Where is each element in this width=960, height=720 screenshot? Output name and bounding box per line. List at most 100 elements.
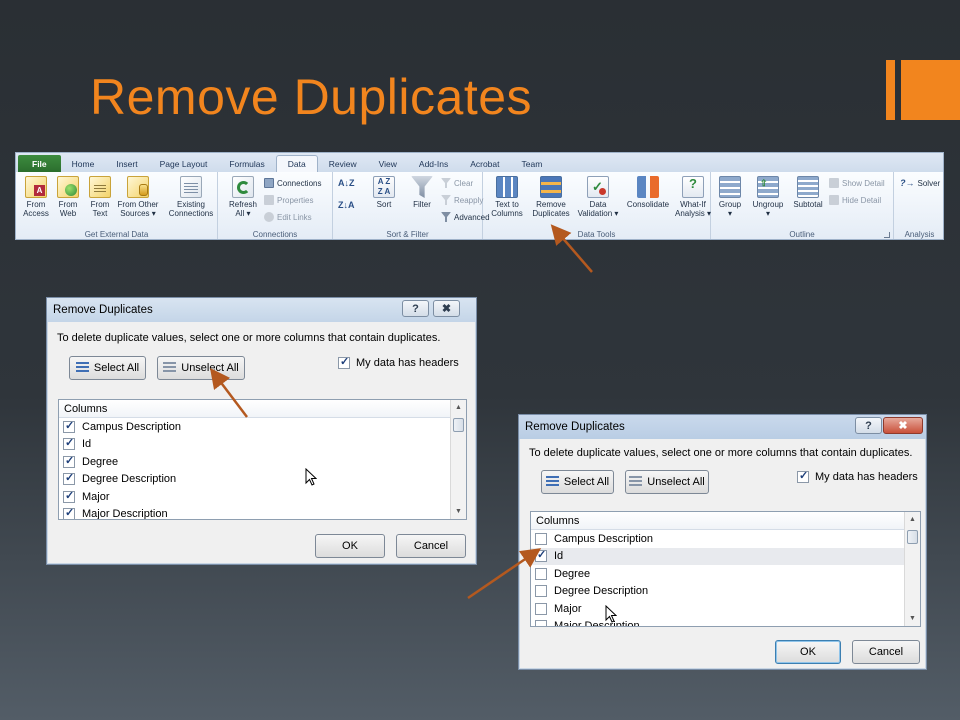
scroll-down-arrow-icon[interactable]: ▼ [451,504,466,519]
dialog-title: Remove Duplicates [53,304,153,316]
columns-header: Columns [59,400,466,418]
select-all-button[interactable]: Select All [69,356,146,380]
columns-listbox[interactable]: Columns Campus Description Id Degree Degree… [58,399,467,520]
advanced-filter-icon [441,212,451,222]
decorative-square [901,60,960,120]
list-item[interactable]: Major [59,488,466,506]
list-item[interactable]: Degree [59,453,466,471]
sort-a-to-z-button[interactable]: A↓Z [338,178,355,188]
list-item[interactable]: Id [59,436,466,454]
list-item[interactable]: Major Description [59,506,466,519]
list-item[interactable]: Degree Description [531,583,920,601]
list-item[interactable]: Campus Description [59,418,466,436]
headers-checkbox[interactable]: My data has headers [797,469,918,483]
column-checkbox[interactable] [535,567,547,580]
column-checkbox[interactable] [63,489,75,503]
tab-view[interactable]: View [368,155,408,172]
help-button[interactable]: ? [855,417,882,434]
column-checkbox[interactable] [63,419,75,433]
dialog-launcher-icon[interactable] [884,232,890,238]
column-checkbox[interactable] [63,471,75,486]
subtotal-button[interactable]: Subtotal [789,176,827,209]
scroll-down-arrow-icon[interactable]: ▼ [905,611,920,626]
close-button[interactable]: ✖ [433,300,460,317]
ok-button[interactable]: OK [315,534,385,558]
tab-review[interactable]: Review [318,155,368,172]
list-item[interactable]: Major [531,600,920,618]
column-checkbox[interactable] [63,454,75,468]
remove-duplicates-button[interactable]: Remove Duplicates [529,176,573,218]
edit-links-button[interactable]: Edit Links [264,212,312,222]
tab-formulas[interactable]: Formulas [218,155,275,172]
scroll-up-arrow-icon[interactable]: ▲ [451,400,466,415]
close-button[interactable]: ✖ [883,417,923,434]
reapply-filter-button[interactable]: Reapply [441,195,483,205]
group-label-connections: Connections [252,230,298,239]
sort-z-to-a-button[interactable]: Z↓A [338,200,355,210]
group-button[interactable]: Group ▾ [715,176,745,218]
tab-file[interactable]: File [18,155,61,172]
group-label-analysis: Analysis [904,230,935,239]
column-checkbox[interactable] [63,506,75,519]
list-item[interactable]: Campus Description [531,530,920,548]
properties-button[interactable]: Properties [264,195,313,205]
unselect-all-icon [629,476,643,488]
show-detail-button[interactable]: Show Detail [829,178,885,188]
column-checkbox[interactable] [535,532,547,545]
headers-checkbox[interactable]: My data has headers [338,355,459,369]
sort-button[interactable]: A ZZ A Sort [369,176,399,209]
select-all-button[interactable]: Select All [541,470,614,494]
from-web-button[interactable]: From Web [53,176,83,218]
tab-home[interactable]: Home [61,155,106,172]
column-checkbox[interactable] [535,548,547,563]
cancel-button[interactable]: Cancel [852,640,920,664]
from-text-button[interactable]: From Text [85,176,115,218]
list-item[interactable]: Id [531,547,920,565]
ungroup-button[interactable]: ⇧ Ungroup ▾ [749,176,787,218]
tab-add-ins[interactable]: Add-Ins [408,155,459,172]
scroll-up-arrow-icon[interactable]: ▲ [905,512,920,527]
unselect-all-button[interactable]: Unselect All [625,470,709,494]
text-to-columns-button[interactable]: Text to Columns [487,176,527,218]
from-access-button[interactable]: A From Access [21,176,51,218]
group-sort-filter: A↓Z Z↓A A ZZ A Sort Filter Clear Reapply… [333,172,490,239]
column-label: Id [554,550,564,563]
column-checkbox[interactable] [535,620,547,626]
column-checkbox[interactable] [535,602,547,615]
headers-checkbox-box[interactable] [338,355,350,369]
solver-button[interactable]: ?→ Solver [900,178,940,188]
tab-data[interactable]: Data [275,155,318,172]
existing-connections-button[interactable]: Existing Connections [166,176,216,218]
vertical-scrollbar[interactable]: ▲ ▼ [904,512,920,626]
scroll-thumb[interactable] [907,530,918,544]
column-checkbox[interactable] [63,436,75,451]
list-item[interactable]: Degree Description [59,471,466,489]
column-checkbox[interactable] [535,585,547,598]
refresh-all-button[interactable]: Refresh All ▾ [226,176,260,218]
data-validation-button[interactable]: ✓ Data Validation ▾ [575,176,621,218]
consolidate-button[interactable]: Consolidate [623,176,673,209]
tab-page-layout[interactable]: Page Layout [149,155,219,172]
list-item[interactable]: Major Description [531,618,920,626]
cancel-button[interactable]: Cancel [396,534,466,558]
select-all-icon [545,476,559,488]
vertical-scrollbar[interactable]: ▲ ▼ [450,400,466,519]
tab-insert[interactable]: Insert [105,155,148,172]
tab-team[interactable]: Team [511,155,554,172]
from-other-sources-button[interactable]: From Other Sources ▾ [116,176,160,218]
columns-listbox[interactable]: Columns Campus Description Id Degree Degree… [530,511,921,627]
ok-button[interactable]: OK [775,640,841,664]
tab-acrobat[interactable]: Acrobat [459,155,510,172]
connections-button[interactable]: Connections [264,178,321,188]
list-item[interactable]: Degree [531,565,920,583]
what-if-analysis-button[interactable]: ? What-If Analysis ▾ [675,176,711,218]
scroll-thumb[interactable] [453,418,464,432]
help-button[interactable]: ? [402,300,429,317]
show-detail-icon [829,178,839,188]
hide-detail-button[interactable]: Hide Detail [829,195,881,205]
headers-checkbox-box[interactable] [797,469,809,483]
clear-filter-button[interactable]: Clear [441,178,473,188]
chain-link-icon [264,212,274,222]
filter-button[interactable]: Filter [407,176,437,209]
unselect-all-button[interactable]: Unselect All [157,356,245,380]
